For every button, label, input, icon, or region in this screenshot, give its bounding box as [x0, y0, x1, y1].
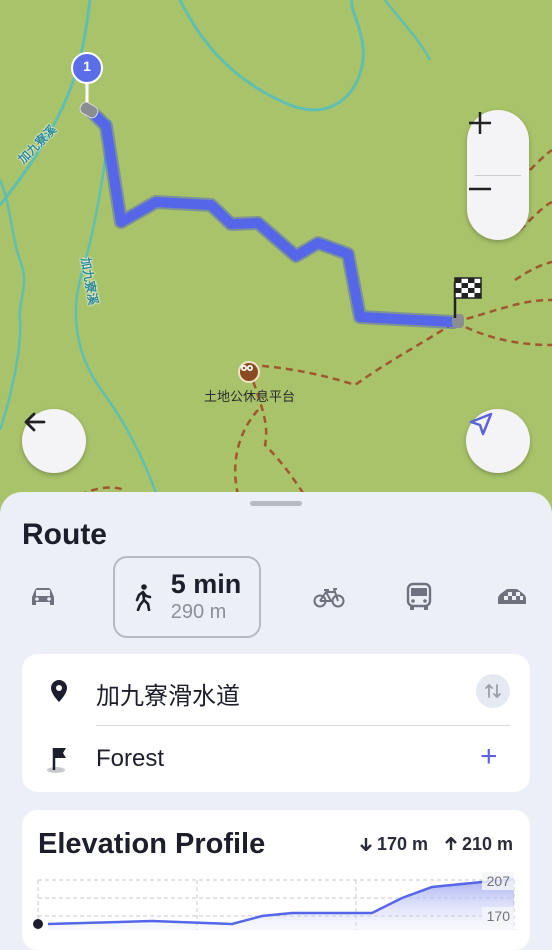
route-distance: 290 m: [170, 601, 227, 623]
descent-value: 170 m: [377, 834, 429, 854]
route-points-divider: [96, 725, 510, 726]
elevation-title: Elevation Profile: [38, 828, 266, 860]
route-points-card: 加九寮滑水道 Forest +: [22, 654, 530, 792]
route-duration: 5 min: [170, 569, 242, 599]
viewpoint-icon[interactable]: [238, 361, 260, 383]
mode-bus-button[interactable]: [398, 578, 440, 616]
zoom-control: [467, 110, 529, 240]
route-sheet: Route 5 min 290 m 加九寮滑水道 Forest + Elevat…: [0, 492, 552, 950]
location-pin-icon: [51, 680, 67, 702]
elevation-max-label: 207: [487, 873, 511, 889]
arrow-left-icon: [24, 412, 46, 432]
start-marker-number: 1: [83, 58, 91, 74]
mode-walk-button[interactable]: 5 min 290 m: [113, 556, 261, 638]
finish-flag-icon[interactable]: [446, 276, 486, 328]
zoom-out-button[interactable]: [467, 176, 529, 240]
arrow-up-icon: [445, 836, 457, 850]
sheet-drag-handle[interactable]: [250, 501, 302, 506]
car-icon: [32, 588, 54, 605]
mode-car-button[interactable]: [22, 580, 64, 614]
start-point-text[interactable]: 加九寮滑水道: [96, 676, 240, 711]
mode-bicycle-button[interactable]: [308, 580, 350, 614]
plus-icon: [469, 112, 491, 134]
ascent-stat: 210 m: [445, 834, 513, 855]
swap-vertical-icon: [485, 684, 501, 698]
poi-label: 土地公休息平台: [204, 389, 296, 404]
taxi-icon: [498, 589, 526, 604]
elevation-chart[interactable]: 207 170: [22, 870, 530, 950]
minus-icon: [469, 187, 491, 191]
ascent-value: 210 m: [462, 834, 514, 854]
bus-icon: [406, 582, 432, 610]
mode-taxi-button[interactable]: [490, 580, 534, 614]
zoom-in-button[interactable]: [467, 110, 529, 174]
start-marker[interactable]: 1: [71, 52, 103, 122]
destination-point-text[interactable]: Forest: [96, 745, 164, 773]
arrow-down-icon: [360, 838, 372, 852]
elevation-min-label: 170: [487, 908, 511, 924]
back-button[interactable]: [22, 409, 86, 473]
route-title: Route: [22, 518, 107, 551]
navigation-arrow-icon: [469, 412, 493, 436]
add-waypoint-button[interactable]: +: [480, 740, 498, 774]
descent-stat: 170 m: [360, 834, 428, 855]
finish-flag-icon: [47, 748, 66, 773]
bicycle-icon: [313, 588, 345, 608]
my-location-button[interactable]: [466, 409, 530, 473]
walk-icon: [135, 584, 152, 611]
swap-button[interactable]: [476, 674, 510, 708]
map-view[interactable]: 1 加九寮溪 加九寮溪 土地公休息平台: [0, 0, 552, 520]
elevation-profile-card: Elevation Profile 170 m 210 m 207 170: [22, 810, 530, 950]
